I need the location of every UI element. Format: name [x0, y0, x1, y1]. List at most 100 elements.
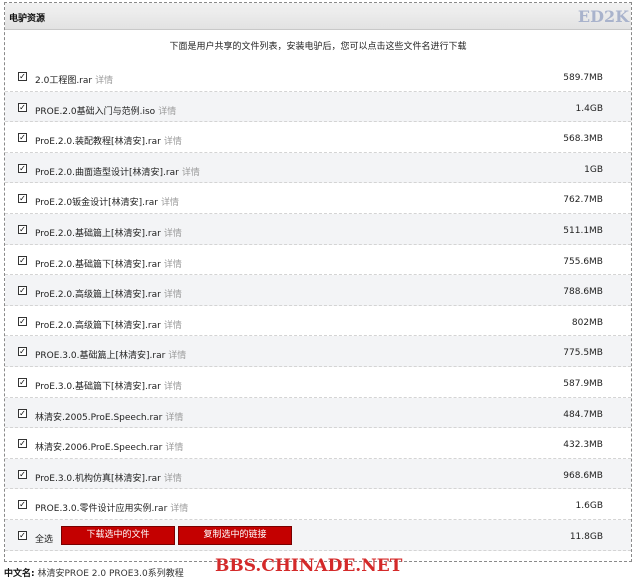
file-size: 802MB	[571, 317, 603, 328]
file-name[interactable]: ProE.2.0.曲面造型设计[林清安].rar	[35, 168, 179, 178]
file-name[interactable]: ProE.2.0.高级篇下[林清安].rar	[35, 321, 161, 331]
file-size: 968.6MB	[563, 470, 603, 481]
file-row: ✓ ProE.3.0.基础篇下[林清安].rar 详情 587.9MB	[5, 367, 631, 398]
file-name[interactable]: ProE.2.0.基础篇下[林清安].rar	[35, 260, 161, 270]
detail-link[interactable]: 详情	[165, 443, 183, 453]
file-checkbox[interactable]: ✓	[18, 102, 27, 112]
file-row: ✓ ProE.2.0.基础篇下[林清安].rar 详情 755.6MB	[5, 245, 631, 276]
file-checkbox[interactable]: ✓	[18, 133, 27, 143]
detail-link[interactable]: 详情	[164, 474, 182, 484]
detail-link[interactable]: 详情	[164, 260, 182, 270]
panel-header: 电驴资源 ED2K	[5, 3, 631, 30]
file-link[interactable]: ProE.2.0.基础篇上[林清安].rar 详情	[35, 226, 182, 239]
file-name[interactable]: PROE.3.0.基础篇上[林清安].rar	[35, 351, 165, 361]
file-row: ✓ ProE.3.0.机构仿真[林清安].rar 详情 968.6MB	[5, 458, 631, 490]
detail-link[interactable]: 详情	[161, 198, 179, 208]
file-link[interactable]: 林清安.2006.ProE.Speech.rar 详情	[35, 440, 183, 453]
file-list: ✓ 2.0工程图.rar 详情 589.7MB ✓ PROE.2.0基础入门与范例.iso…	[5, 61, 631, 551]
footer-label: 中文名:	[4, 569, 35, 579]
file-name[interactable]: PROE.3.0.零件设计应用实例.rar	[35, 504, 167, 514]
file-size: 587.9MB	[563, 378, 603, 389]
file-link[interactable]: 2.0工程图.rar 详情	[35, 73, 113, 86]
file-name[interactable]: 林清安.2006.ProE.Speech.rar	[35, 443, 162, 453]
file-link[interactable]: PROE.3.0.零件设计应用实例.rar 详情	[35, 501, 188, 514]
detail-link[interactable]: 详情	[170, 504, 188, 514]
file-checkbox[interactable]: ✓	[18, 316, 27, 326]
file-link[interactable]: PROE.2.0基础入门与范例.iso 详情	[35, 104, 176, 117]
file-checkbox[interactable]: ✓	[18, 286, 27, 296]
select-all-checkbox[interactable]: ✓	[18, 530, 27, 540]
file-checkbox[interactable]: ✓	[18, 224, 27, 234]
file-size: 1GB	[584, 164, 603, 175]
file-size: 568.3MB	[563, 134, 603, 145]
file-row: ✓ 2.0工程图.rar 详情 589.7MB	[5, 61, 631, 92]
footer-info: 中文名: 林清安PROE 2.0 PROE3.0系列教程	[4, 566, 184, 579]
file-name[interactable]: ProE.2.0钣金设计[林清安].rar	[35, 198, 158, 208]
file-row: ✓ 林清安.2005.ProE.Speech.rar 详情 484.7MB	[5, 397, 631, 429]
file-link[interactable]: ProE.2.0钣金设计[林清安].rar 详情	[35, 195, 179, 208]
select-all-row: ✓ 全选 下载选中的文件 复制选中的链接 11.8GB	[5, 519, 631, 551]
file-row: ✓ ProE.2.0.高级篇上[林清安].rar 详情 788.6MB	[5, 275, 631, 306]
file-row: ✓ ProE.2.0.装配教程[林清安].rar 详情 568.3MB	[5, 122, 631, 153]
detail-link[interactable]: 详情	[164, 382, 182, 392]
resource-panel: 电驴资源 ED2K 下面是用户共享的文件列表，安装电驴后，您可以点击这些文件名进…	[4, 2, 632, 562]
footer-value: 林清安PROE 2.0 PROE3.0系列教程	[37, 569, 184, 579]
detail-link[interactable]: 详情	[164, 290, 182, 300]
detail-link[interactable]: 详情	[168, 351, 186, 361]
file-size: 484.7MB	[563, 409, 603, 420]
file-row: ✓ ProE.2.0钣金设计[林清安].rar 详情 762.7MB	[5, 183, 631, 214]
file-row: ✓ PROE.2.0基础入门与范例.iso 详情 1.4GB	[5, 91, 631, 123]
file-name[interactable]: 林清安.2005.ProE.Speech.rar	[35, 413, 162, 423]
file-checkbox[interactable]: ✓	[18, 347, 27, 357]
file-row: ✓ 林清安.2006.ProE.Speech.rar 详情 432.3MB	[5, 428, 631, 459]
panel-title: 电驴资源	[9, 14, 46, 24]
total-size: 11.8GB	[569, 531, 603, 542]
file-name[interactable]: ProE.3.0.基础篇下[林清安].rar	[35, 382, 161, 392]
download-selected-button[interactable]: 下载选中的文件	[61, 525, 175, 545]
file-checkbox[interactable]: ✓	[18, 194, 27, 204]
file-name[interactable]: ProE.2.0.装配教程[林清安].rar	[35, 137, 161, 147]
detail-link[interactable]: 详情	[164, 321, 182, 331]
file-checkbox[interactable]: ✓	[18, 500, 27, 510]
file-link[interactable]: ProE.3.0.机构仿真[林清安].rar 详情	[35, 471, 182, 484]
file-link[interactable]: ProE.2.0.基础篇下[林清安].rar 详情	[35, 257, 182, 270]
file-link[interactable]: 林清安.2005.ProE.Speech.rar 详情	[35, 410, 183, 423]
file-link[interactable]: PROE.3.0.基础篇上[林清安].rar 详情	[35, 348, 186, 361]
file-name[interactable]: PROE.2.0基础入门与范例.iso	[35, 107, 155, 117]
file-link[interactable]: ProE.2.0.高级篇上[林清安].rar 详情	[35, 287, 182, 300]
file-checkbox[interactable]: ✓	[18, 163, 27, 173]
file-name[interactable]: 2.0工程图.rar	[35, 76, 92, 86]
file-name[interactable]: ProE.2.0.基础篇上[林清安].rar	[35, 229, 161, 239]
file-size: 788.6MB	[563, 287, 603, 298]
file-checkbox[interactable]: ✓	[18, 377, 27, 387]
file-link[interactable]: ProE.2.0.装配教程[林清安].rar 详情	[35, 134, 182, 147]
file-checkbox[interactable]: ✓	[18, 469, 27, 479]
copy-links-button[interactable]: 复制选中的链接	[178, 525, 292, 545]
detail-link[interactable]: 详情	[164, 229, 182, 239]
select-all-label: 全选	[35, 534, 54, 545]
detail-link[interactable]: 详情	[164, 137, 182, 147]
detail-link[interactable]: 详情	[158, 107, 176, 117]
file-name[interactable]: ProE.2.0.高级篇上[林清安].rar	[35, 290, 161, 300]
file-size: 589.7MB	[563, 73, 603, 83]
file-link[interactable]: ProE.2.0.曲面造型设计[林清安].rar 详情	[35, 165, 200, 178]
file-checkbox[interactable]: ✓	[18, 72, 27, 81]
file-checkbox[interactable]: ✓	[18, 439, 27, 449]
detail-link[interactable]: 详情	[165, 413, 183, 423]
file-size: 755.6MB	[563, 256, 603, 267]
file-size: 1.6GB	[575, 501, 603, 512]
file-link[interactable]: ProE.3.0.基础篇下[林清安].rar 详情	[35, 379, 182, 392]
file-row: ✓ PROE.3.0.基础篇上[林清安].rar 详情 775.5MB	[5, 336, 631, 367]
file-row: ✓ PROE.3.0.零件设计应用实例.rar 详情 1.6GB	[5, 489, 631, 520]
file-name[interactable]: ProE.3.0.机构仿真[林清安].rar	[35, 474, 161, 484]
instruction-text: 下面是用户共享的文件列表，安装电驴后，您可以点击这些文件名进行下载	[169, 42, 467, 52]
file-checkbox[interactable]: ✓	[18, 255, 27, 265]
site-watermark: BBS.CHINADE.NET	[215, 556, 403, 576]
detail-link[interactable]: 详情	[95, 76, 113, 86]
file-row: ✓ ProE.2.0.高级篇下[林清安].rar 详情 802MB	[5, 306, 631, 337]
detail-link[interactable]: 详情	[182, 168, 200, 178]
file-link[interactable]: ProE.2.0.高级篇下[林清安].rar 详情	[35, 318, 182, 331]
file-checkbox[interactable]: ✓	[18, 408, 27, 418]
file-row: ✓ ProE.2.0.曲面造型设计[林清安].rar 详情 1GB	[5, 152, 631, 184]
file-size: 432.3MB	[563, 440, 603, 451]
